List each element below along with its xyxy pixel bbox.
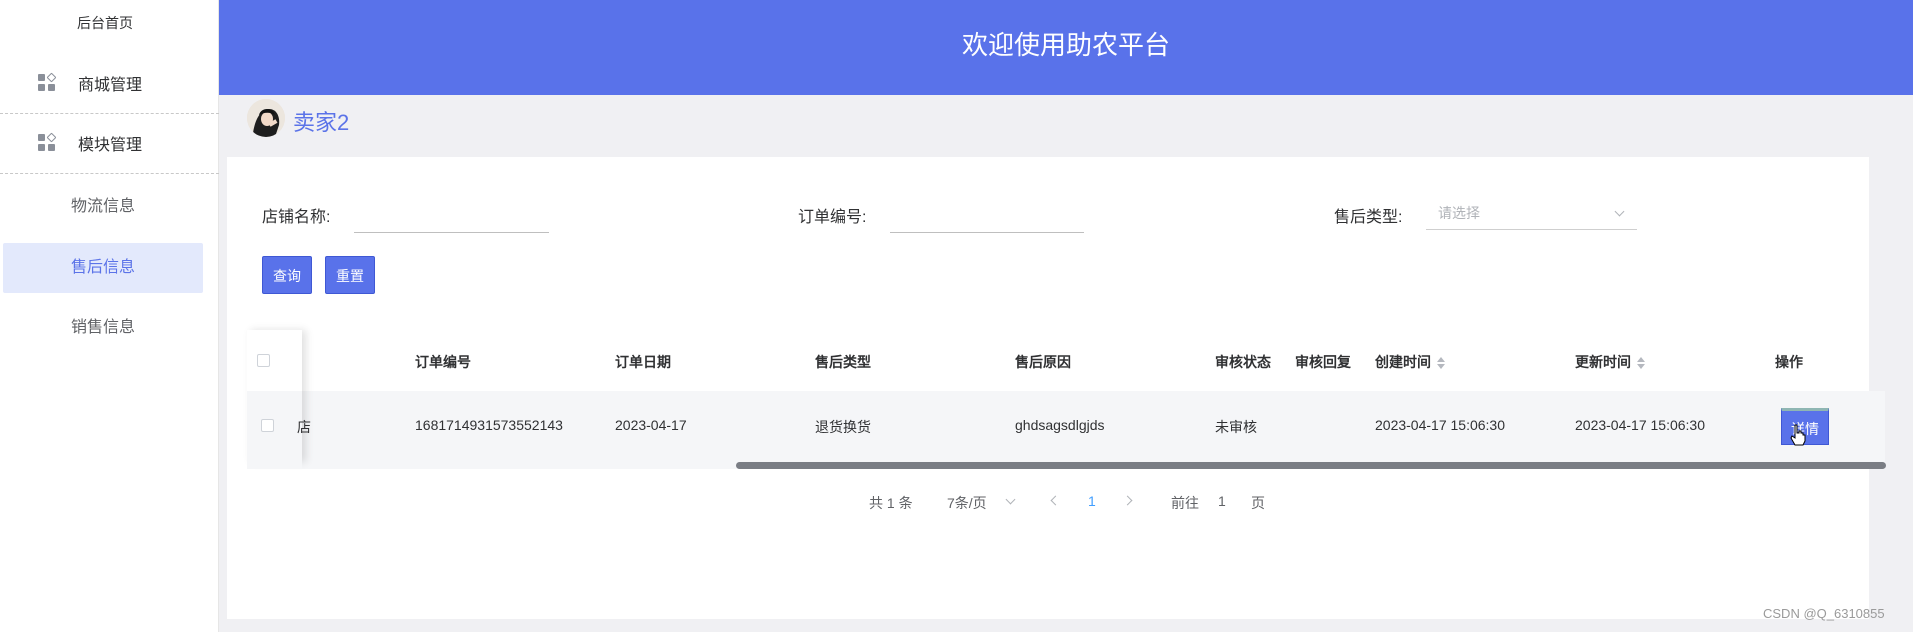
column-header-status: 审核状态 — [1215, 354, 1271, 370]
avatar[interactable] — [247, 99, 285, 137]
store-name-input[interactable] — [354, 203, 549, 233]
cell-partial-store: 店 — [297, 419, 311, 435]
row-checkbox[interactable] — [261, 419, 274, 432]
store-name-label: 店铺名称: — [262, 209, 331, 226]
column-header-reason: 售后原因 — [1015, 354, 1071, 370]
column-header-aftersale-type: 售后类型 — [815, 354, 871, 370]
sidebar-menu-mall[interactable]: 商城管理 — [0, 53, 219, 114]
user-bar: 卖家2 — [219, 95, 1913, 148]
order-number-input[interactable] — [890, 203, 1084, 233]
fixed-column — [247, 330, 302, 469]
column-header-updated-label: 更新时间 — [1575, 354, 1631, 370]
cell-updated: 2023-04-17 15:06:30 — [1575, 417, 1705, 433]
cell-aftersale-type: 退货换货 — [815, 419, 871, 435]
cell-reason: ghdsagsdlgjds — [1015, 417, 1105, 433]
cell-created: 2023-04-17 15:06:30 — [1375, 417, 1505, 433]
sidebar-menu-module[interactable]: 模块管理 — [0, 113, 219, 174]
sidebar-menu-label: 模块管理 — [78, 137, 143, 154]
sidebar-item-aftersale[interactable]: 售后信息 — [3, 243, 203, 293]
aftersale-type-label: 售后类型: — [1334, 209, 1403, 226]
page-header: 欢迎使用助农平台 — [219, 0, 1913, 95]
username[interactable]: 卖家2 — [293, 105, 349, 137]
sidebar-menu-label: 商城管理 — [78, 77, 143, 94]
chevron-down-icon — [1614, 206, 1625, 217]
page-size-label: 7条/页 — [947, 495, 987, 511]
select-placeholder: 请选择 — [1438, 205, 1480, 221]
column-header-order-date: 订单日期 — [615, 354, 671, 370]
reset-button[interactable]: 重置 — [325, 256, 375, 294]
column-header-created[interactable]: 创建时间 — [1375, 352, 1445, 372]
page-title: 欢迎使用助农平台 — [961, 30, 1170, 60]
column-header-created-label: 创建时间 — [1375, 354, 1431, 370]
sidebar-item-logistics[interactable]: 物流信息 — [3, 182, 203, 232]
sidebar-home-link[interactable]: 后台首页 — [0, 0, 210, 46]
query-button[interactable]: 查询 — [262, 256, 312, 294]
cell-order-date: 2023-04-17 — [615, 417, 687, 433]
pointer-cursor-icon — [1790, 424, 1806, 446]
horizontal-scrollbar[interactable] — [736, 462, 1886, 469]
sort-icon[interactable] — [1637, 357, 1645, 370]
grid-icon — [38, 72, 57, 92]
watermark: CSDN @Q_6310855 — [1763, 606, 1885, 621]
goto-suffix: 页 — [1251, 495, 1265, 511]
select-all-checkbox[interactable] — [257, 354, 270, 367]
pagination-total: 共 1 条 — [869, 495, 913, 511]
sidebar: 后台首页 商城管理 模块管理 物流信息 售后信息 销售信息 — [0, 0, 219, 632]
cell-order-no: 1681714931573552143 — [415, 417, 563, 433]
cell-status: 未审核 — [1215, 419, 1257, 435]
goto-page-input[interactable]: 1 — [1218, 493, 1226, 509]
column-header-order-no: 订单编号 — [415, 354, 471, 370]
sidebar-item-sales[interactable]: 销售信息 — [3, 303, 203, 353]
column-header-action: 操作 — [1775, 354, 1803, 370]
page-number-current[interactable]: 1 — [1088, 493, 1096, 509]
order-number-label: 订单编号: — [798, 209, 867, 226]
sort-icon[interactable] — [1437, 357, 1445, 370]
aftersale-type-select[interactable]: 请选择 — [1426, 196, 1637, 230]
column-header-updated[interactable]: 更新时间 — [1575, 352, 1645, 372]
grid-icon — [38, 132, 57, 152]
column-header-reply: 审核回复 — [1295, 354, 1351, 370]
goto-label: 前往 — [1171, 495, 1199, 511]
page-size-select[interactable]: 7条/页 — [947, 493, 987, 513]
